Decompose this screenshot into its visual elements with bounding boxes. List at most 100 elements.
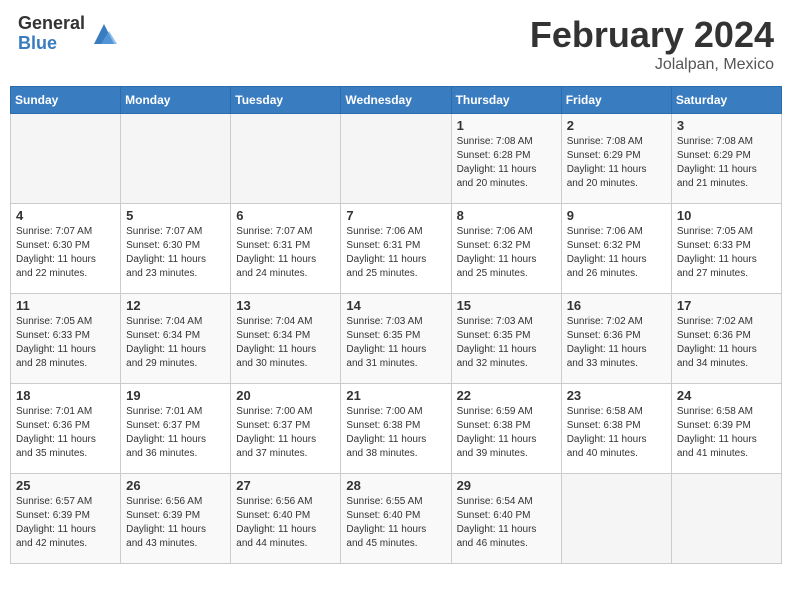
day-number: 20 (236, 388, 335, 403)
week-row-2: 4 Sunrise: 7:07 AM Sunset: 6:30 PM Daylig… (11, 204, 782, 294)
day-info: Sunrise: 7:00 AM Sunset: 6:38 PM Dayligh… (346, 405, 445, 461)
calendar-cell: 2 Sunrise: 7:08 AM Sunset: 6:29 PM Daylig… (561, 114, 671, 204)
calendar-cell (11, 114, 121, 204)
day-info: Sunrise: 7:01 AM Sunset: 6:37 PM Dayligh… (126, 405, 225, 461)
calendar-table: SundayMondayTuesdayWednesdayThursdayFrid… (10, 86, 782, 564)
day-number: 8 (457, 208, 556, 223)
week-row-3: 11 Sunrise: 7:05 AM Sunset: 6:33 PM Dayli… (11, 294, 782, 384)
day-number: 17 (677, 298, 776, 313)
day-number: 14 (346, 298, 445, 313)
day-info: Sunrise: 6:59 AM Sunset: 6:38 PM Dayligh… (457, 405, 556, 461)
day-number: 22 (457, 388, 556, 403)
calendar-cell: 18 Sunrise: 7:01 AM Sunset: 6:36 PM Dayli… (11, 384, 121, 474)
day-info: Sunrise: 7:07 AM Sunset: 6:30 PM Dayligh… (16, 225, 115, 281)
calendar-cell: 13Sunrise: 7:04 AM Sunset: 6:34 PM Dayli… (231, 294, 341, 384)
day-info: Sunrise: 6:58 AM Sunset: 6:38 PM Dayligh… (567, 405, 666, 461)
calendar-cell: 27Sunrise: 6:56 AM Sunset: 6:40 PM Dayli… (231, 474, 341, 564)
calendar-cell: 26 Sunrise: 6:56 AM Sunset: 6:39 PM Dayli… (121, 474, 231, 564)
calendar-cell: 5 Sunrise: 7:07 AM Sunset: 6:30 PM Daylig… (121, 204, 231, 294)
calendar-cell (121, 114, 231, 204)
col-header-sunday: Sunday (11, 87, 121, 114)
logo-icon (89, 19, 119, 49)
calendar-cell (341, 114, 451, 204)
day-number: 29 (457, 478, 556, 493)
day-number: 19 (126, 388, 225, 403)
calendar-cell: 8 Sunrise: 7:06 AM Sunset: 6:32 PM Daylig… (451, 204, 561, 294)
day-info: Sunrise: 6:55 AM Sunset: 6:40 PM Dayligh… (346, 495, 445, 551)
day-number: 9 (567, 208, 666, 223)
calendar-cell: 7 Sunrise: 7:06 AM Sunset: 6:31 PM Daylig… (341, 204, 451, 294)
day-info: Sunrise: 6:56 AM Sunset: 6:40 PM Dayligh… (236, 495, 335, 551)
day-number: 7 (346, 208, 445, 223)
day-info: Sunrise: 7:07 AM Sunset: 6:31 PM Dayligh… (236, 225, 335, 281)
day-number: 4 (16, 208, 115, 223)
day-number: 6 (236, 208, 335, 223)
day-info: Sunrise: 7:03 AM Sunset: 6:35 PM Dayligh… (346, 315, 445, 371)
calendar-cell: 24Sunrise: 6:58 AM Sunset: 6:39 PM Dayli… (671, 384, 781, 474)
col-header-tuesday: Tuesday (231, 87, 341, 114)
calendar-body: 1 Sunrise: 7:08 AM Sunset: 6:28 PM Daylig… (11, 114, 782, 564)
title-block: February 2024 Jolalpan, Mexico (530, 14, 774, 74)
logo-blue-text: Blue (18, 34, 85, 54)
col-header-monday: Monday (121, 87, 231, 114)
day-info: Sunrise: 7:02 AM Sunset: 6:36 PM Dayligh… (567, 315, 666, 371)
calendar-cell: 25Sunrise: 6:57 AM Sunset: 6:39 PM Dayli… (11, 474, 121, 564)
col-header-thursday: Thursday (451, 87, 561, 114)
day-info: Sunrise: 6:54 AM Sunset: 6:40 PM Dayligh… (457, 495, 556, 551)
calendar-cell: 22 Sunrise: 6:59 AM Sunset: 6:38 PM Dayli… (451, 384, 561, 474)
day-number: 25 (16, 478, 115, 493)
page-header: General Blue February 2024 Jolalpan, Mex… (10, 10, 782, 78)
header-row: SundayMondayTuesdayWednesdayThursdayFrid… (11, 87, 782, 114)
day-number: 5 (126, 208, 225, 223)
day-info: Sunrise: 7:06 AM Sunset: 6:32 PM Dayligh… (457, 225, 556, 281)
calendar-cell: 10Sunrise: 7:05 AM Sunset: 6:33 PM Dayli… (671, 204, 781, 294)
month-year-title: February 2024 (530, 14, 774, 56)
calendar-cell: 29 Sunrise: 6:54 AM Sunset: 6:40 PM Dayli… (451, 474, 561, 564)
day-number: 11 (16, 298, 115, 313)
calendar-cell: 12Sunrise: 7:04 AM Sunset: 6:34 PM Dayli… (121, 294, 231, 384)
day-number: 2 (567, 118, 666, 133)
calendar-header: SundayMondayTuesdayWednesdayThursdayFrid… (11, 87, 782, 114)
calendar-cell: 14 Sunrise: 7:03 AM Sunset: 6:35 PM Dayli… (341, 294, 451, 384)
calendar-cell: 21 Sunrise: 7:00 AM Sunset: 6:38 PM Dayli… (341, 384, 451, 474)
day-info: Sunrise: 7:00 AM Sunset: 6:37 PM Dayligh… (236, 405, 335, 461)
day-info: Sunrise: 7:07 AM Sunset: 6:30 PM Dayligh… (126, 225, 225, 281)
calendar-cell: 11 Sunrise: 7:05 AM Sunset: 6:33 PM Dayli… (11, 294, 121, 384)
day-info: Sunrise: 7:01 AM Sunset: 6:36 PM Dayligh… (16, 405, 115, 461)
day-number: 21 (346, 388, 445, 403)
calendar-cell (231, 114, 341, 204)
day-info: Sunrise: 7:08 AM Sunset: 6:28 PM Dayligh… (457, 135, 556, 191)
day-info: Sunrise: 7:04 AM Sunset: 6:34 PM Dayligh… (236, 315, 335, 371)
day-info: Sunrise: 7:06 AM Sunset: 6:32 PM Dayligh… (567, 225, 666, 281)
location-subtitle: Jolalpan, Mexico (530, 56, 774, 74)
day-number: 16 (567, 298, 666, 313)
week-row-4: 18 Sunrise: 7:01 AM Sunset: 6:36 PM Dayli… (11, 384, 782, 474)
day-info: Sunrise: 7:02 AM Sunset: 6:36 PM Dayligh… (677, 315, 776, 371)
calendar-cell: 9 Sunrise: 7:06 AM Sunset: 6:32 PM Daylig… (561, 204, 671, 294)
day-info: Sunrise: 7:08 AM Sunset: 6:29 PM Dayligh… (567, 135, 666, 191)
calendar-cell: 23 Sunrise: 6:58 AM Sunset: 6:38 PM Dayli… (561, 384, 671, 474)
calendar-cell: 16 Sunrise: 7:02 AM Sunset: 6:36 PM Dayli… (561, 294, 671, 384)
week-row-5: 25Sunrise: 6:57 AM Sunset: 6:39 PM Dayli… (11, 474, 782, 564)
day-number: 1 (457, 118, 556, 133)
day-info: Sunrise: 7:05 AM Sunset: 6:33 PM Dayligh… (16, 315, 115, 371)
calendar-cell (671, 474, 781, 564)
calendar-cell: 20 Sunrise: 7:00 AM Sunset: 6:37 PM Dayli… (231, 384, 341, 474)
day-info: Sunrise: 6:56 AM Sunset: 6:39 PM Dayligh… (126, 495, 225, 551)
day-number: 26 (126, 478, 225, 493)
calendar-cell: 15Sunrise: 7:03 AM Sunset: 6:35 PM Dayli… (451, 294, 561, 384)
calendar-cell: 1 Sunrise: 7:08 AM Sunset: 6:28 PM Daylig… (451, 114, 561, 204)
calendar-cell: 3 Sunrise: 7:08 AM Sunset: 6:29 PM Daylig… (671, 114, 781, 204)
day-number: 3 (677, 118, 776, 133)
day-info: Sunrise: 7:08 AM Sunset: 6:29 PM Dayligh… (677, 135, 776, 191)
day-number: 18 (16, 388, 115, 403)
logo-general-text: General (18, 14, 85, 34)
day-number: 28 (346, 478, 445, 493)
col-header-saturday: Saturday (671, 87, 781, 114)
calendar-cell (561, 474, 671, 564)
day-info: Sunrise: 7:06 AM Sunset: 6:31 PM Dayligh… (346, 225, 445, 281)
day-number: 23 (567, 388, 666, 403)
logo: General Blue (18, 14, 119, 54)
week-row-1: 1 Sunrise: 7:08 AM Sunset: 6:28 PM Daylig… (11, 114, 782, 204)
calendar-cell: 19 Sunrise: 7:01 AM Sunset: 6:37 PM Dayli… (121, 384, 231, 474)
